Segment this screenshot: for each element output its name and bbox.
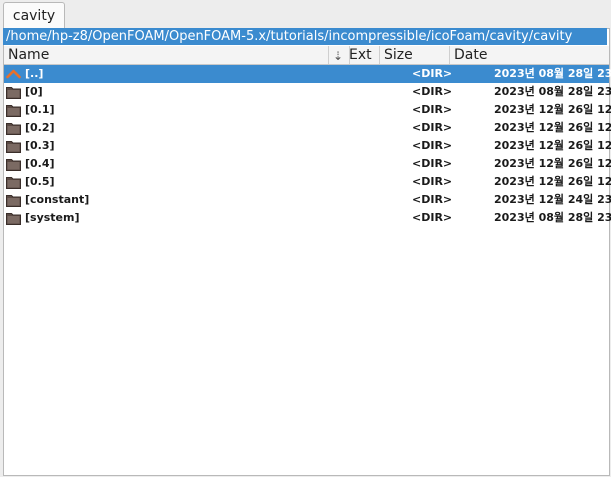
folder-icon (6, 211, 21, 225)
file-date: 2023년 12월 26일 12:44 (494, 121, 611, 134)
file-size: <DIR> (412, 85, 453, 98)
file-name: [0] (25, 85, 43, 98)
file-row[interactable]: [..] <DIR> 2023년 08월 28일 23:57 (4, 65, 611, 83)
column-ext-label: Ext (349, 47, 372, 63)
tab-cavity[interactable]: cavity (3, 2, 65, 29)
file-row[interactable]: [0.4] <DIR> 2023년 12월 26일 12:44 (4, 155, 611, 173)
path-bar[interactable]: /home/hp-z8/OpenFOAM/OpenFOAM-5.x/tutori… (3, 28, 607, 45)
file-name: [..] (25, 67, 44, 80)
file-size: <DIR> (412, 157, 453, 170)
file-size: <DIR> (412, 139, 453, 152)
file-date: 2023년 12월 26일 12:44 (494, 103, 611, 116)
file-row[interactable]: [0] <DIR> 2023년 08월 28일 23:57 (4, 83, 611, 101)
file-size: <DIR> (412, 67, 453, 80)
file-name: [constant] (25, 193, 90, 206)
folder-icon (6, 139, 21, 153)
file-list: [..] <DIR> 2023년 08월 28일 23:57 [0] <DIR>… (4, 65, 611, 227)
file-name: [0.3] (25, 139, 55, 152)
folder-icon (6, 157, 21, 171)
folder-icon (6, 193, 21, 207)
file-name: [0.5] (25, 175, 55, 188)
file-date: 2023년 08월 28일 23:57 (494, 211, 611, 224)
file-date: 2023년 12월 26일 12:44 (494, 157, 611, 170)
folder-icon (6, 85, 21, 99)
tab-bar: cavity (0, 0, 611, 29)
file-name: [system] (25, 211, 80, 224)
column-size[interactable]: Size (380, 46, 450, 64)
sort-descending-icon: ⇣ (333, 49, 344, 63)
file-row[interactable]: [0.3] <DIR> 2023년 12월 26일 12:44 (4, 137, 611, 155)
file-date: 2023년 12월 24일 23:47 (494, 193, 611, 206)
file-size: <DIR> (412, 103, 453, 116)
file-size: <DIR> (412, 175, 453, 188)
file-size: <DIR> (412, 193, 453, 206)
file-name: [0.4] (25, 157, 55, 170)
parent-dir-icon (6, 67, 21, 81)
file-row[interactable]: [0.2] <DIR> 2023년 12월 26일 12:44 (4, 119, 611, 137)
folder-icon (6, 103, 21, 117)
column-ext[interactable]: ⇣ Ext (328, 46, 380, 64)
column-header: Name ⇣ Ext Size Date (4, 46, 609, 65)
file-row[interactable]: [0.5] <DIR> 2023년 12월 26일 12:44 (4, 173, 611, 191)
folder-icon (6, 121, 21, 135)
file-row[interactable]: [constant] <DIR> 2023년 12월 24일 23:47 (4, 191, 611, 209)
file-row[interactable]: [system] <DIR> 2023년 08월 28일 23:57 (4, 209, 611, 227)
file-date: 2023년 12월 26일 12:44 (494, 139, 611, 152)
file-name: [0.2] (25, 121, 55, 134)
column-name[interactable]: Name (4, 46, 350, 64)
file-size: <DIR> (412, 121, 453, 134)
folder-icon (6, 175, 21, 189)
file-name: [0.1] (25, 103, 55, 116)
file-row[interactable]: [0.1] <DIR> 2023년 12월 26일 12:44 (4, 101, 611, 119)
file-date: 2023년 12월 26일 12:44 (494, 175, 611, 188)
column-date[interactable]: Date (450, 46, 609, 64)
file-date: 2023년 08월 28일 23:57 (494, 67, 611, 80)
file-size: <DIR> (412, 211, 453, 224)
file-date: 2023년 08월 28일 23:57 (494, 85, 611, 98)
